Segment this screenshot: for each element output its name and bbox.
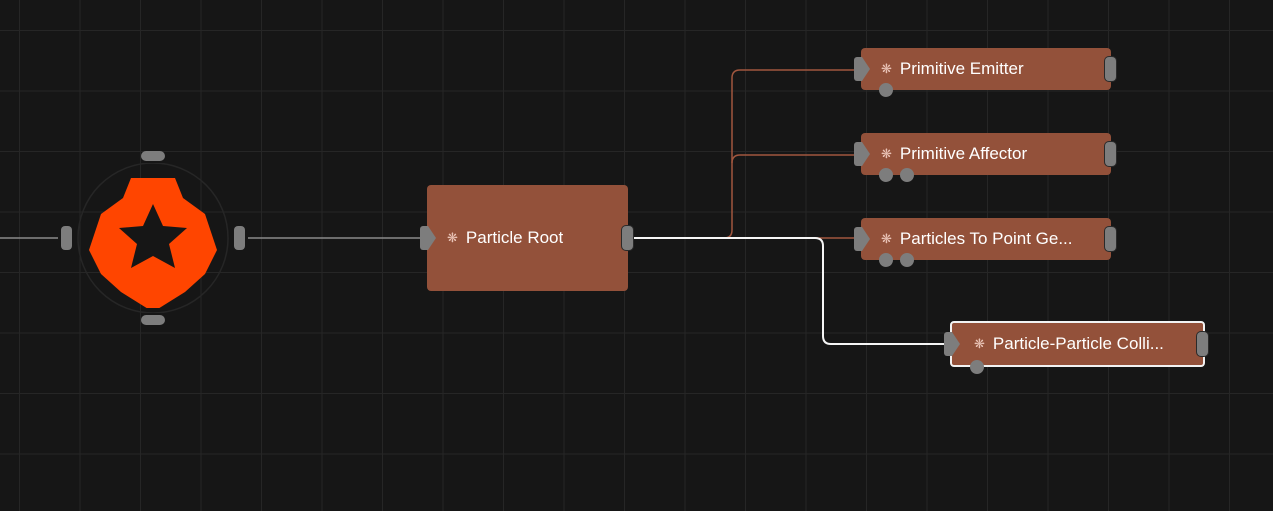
root-port-right[interactable] — [234, 226, 245, 250]
node-title: Particles To Point Ge... — [899, 229, 1073, 248]
node-particles-to-point[interactable]: ❋ Particles To Point Ge... — [861, 218, 1111, 260]
node-primitive-emitter[interactable]: ❋ Primitive Emitter — [861, 48, 1111, 90]
root-port-left[interactable] — [61, 226, 72, 250]
node-title: Primitive Emitter — [899, 59, 1024, 78]
node-title: Primitive Affector — [899, 144, 1028, 163]
primitive-emitter-bottom-port[interactable] — [879, 83, 893, 97]
primitive-affector-output-port[interactable] — [1105, 142, 1116, 166]
primitive-affector-bottom-port-2[interactable] — [900, 168, 914, 182]
particle-collision-bottom-port[interactable] — [970, 360, 984, 374]
node-particle-collision[interactable]: ❋ Particle-Particle Colli... — [950, 321, 1205, 367]
particles-to-point-bottom-port-2[interactable] — [900, 253, 914, 267]
gear-icon: ❋ — [974, 336, 985, 351]
gear-icon: ❋ — [881, 146, 892, 161]
logo-gear-icon — [89, 178, 217, 308]
node-particle-root[interactable]: ❋ Particle Root — [427, 185, 628, 291]
gear-icon: ❋ — [881, 231, 892, 246]
node-title: Particle Root — [465, 228, 564, 247]
wire-to-emitter — [634, 69, 856, 239]
root-node[interactable] — [61, 151, 245, 325]
node-primitive-affector[interactable]: ❋ Primitive Affector — [861, 133, 1111, 175]
particle-root-output-port[interactable] — [622, 226, 633, 250]
gear-icon: ❋ — [447, 230, 458, 245]
particles-to-point-output-port[interactable] — [1105, 227, 1116, 251]
particles-to-point-bottom-port-1[interactable] — [879, 253, 893, 267]
primitive-emitter-output-port[interactable] — [1105, 57, 1116, 81]
root-port-top[interactable] — [141, 151, 165, 161]
node-title: Particle-Particle Colli... — [992, 334, 1164, 353]
particle-collision-output-port[interactable] — [1197, 332, 1208, 356]
primitive-affector-bottom-port-1[interactable] — [879, 168, 893, 182]
wire-to-affector — [731, 154, 856, 164]
root-port-bottom[interactable] — [141, 315, 165, 325]
gear-icon: ❋ — [881, 61, 892, 76]
